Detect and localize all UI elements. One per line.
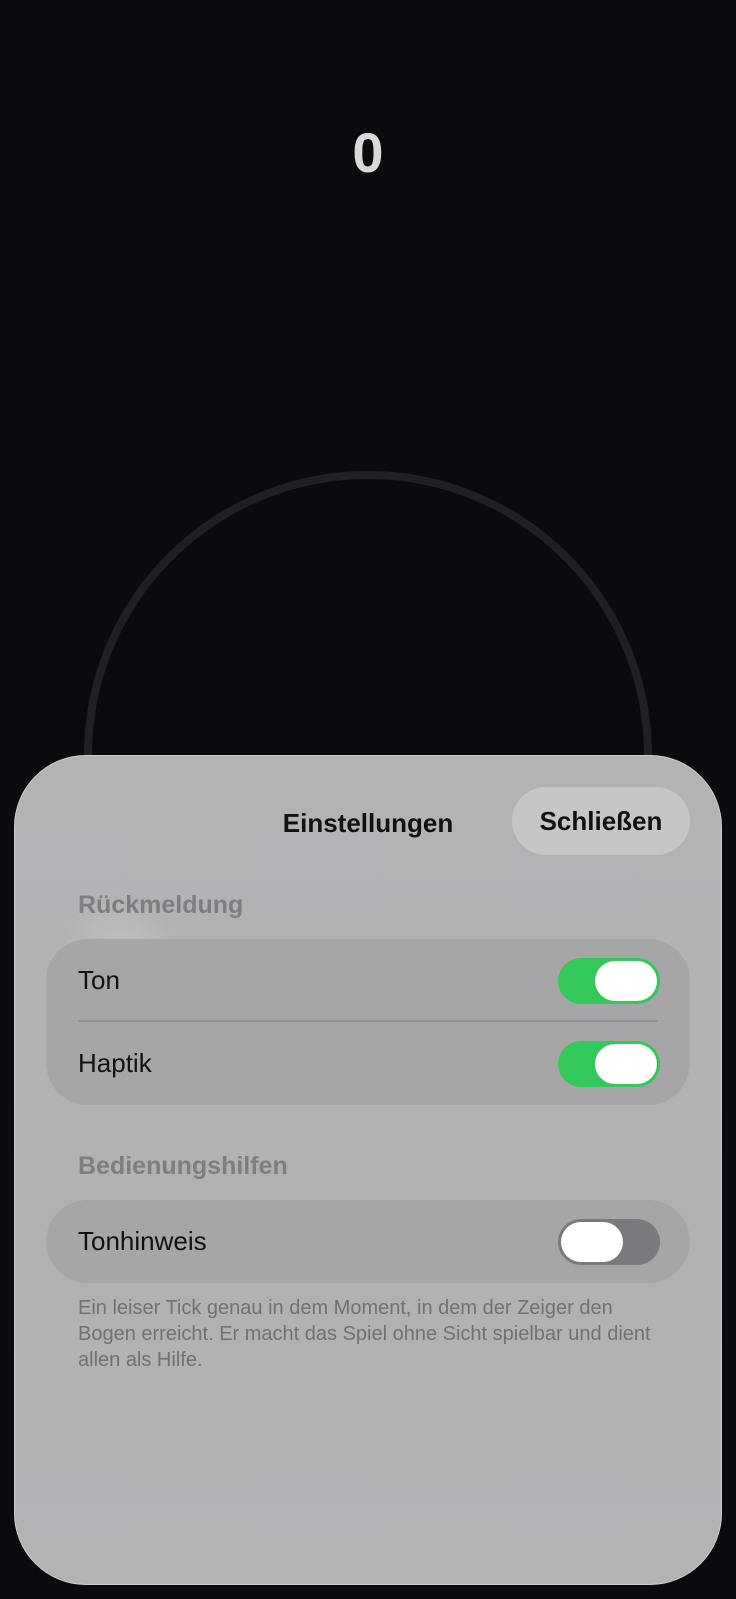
- toggle-knob: [595, 1043, 657, 1084]
- toggle-knob: [595, 960, 657, 1001]
- accessibility-footnote: Ein leiser Tick genau in dem Moment, in …: [78, 1297, 651, 1371]
- row-label-haptics: Haptik: [78, 1048, 152, 1078]
- close-button[interactable]: Schließen: [512, 787, 690, 855]
- section-header-accessibility: Bedienungshilfen: [78, 1152, 288, 1180]
- row-label-sound-cue: Tonhinweis: [78, 1226, 207, 1256]
- feedback-group: Ton Haptik: [46, 939, 690, 1105]
- sound-toggle[interactable]: [558, 957, 660, 1004]
- row-label-sound: Ton: [78, 965, 120, 995]
- settings-sheet: Einstellungen Schließen Rückmeldung Ton …: [14, 755, 722, 1585]
- arc-track: [84, 471, 652, 759]
- accessibility-group: Tonhinweis: [46, 1200, 690, 1283]
- haptics-toggle[interactable]: [558, 1040, 660, 1087]
- settings-row-sound[interactable]: Ton: [46, 939, 690, 1022]
- sound-cue-toggle[interactable]: [558, 1218, 660, 1265]
- settings-row-sound-cue[interactable]: Tonhinweis: [46, 1200, 690, 1283]
- section-header-feedback: Rückmeldung: [78, 891, 244, 919]
- game-screen: 0 Einstellungen Schließen Rückmeldung To…: [0, 0, 736, 1599]
- settings-row-haptics[interactable]: Haptik: [46, 1022, 690, 1105]
- toggle-knob: [561, 1221, 623, 1262]
